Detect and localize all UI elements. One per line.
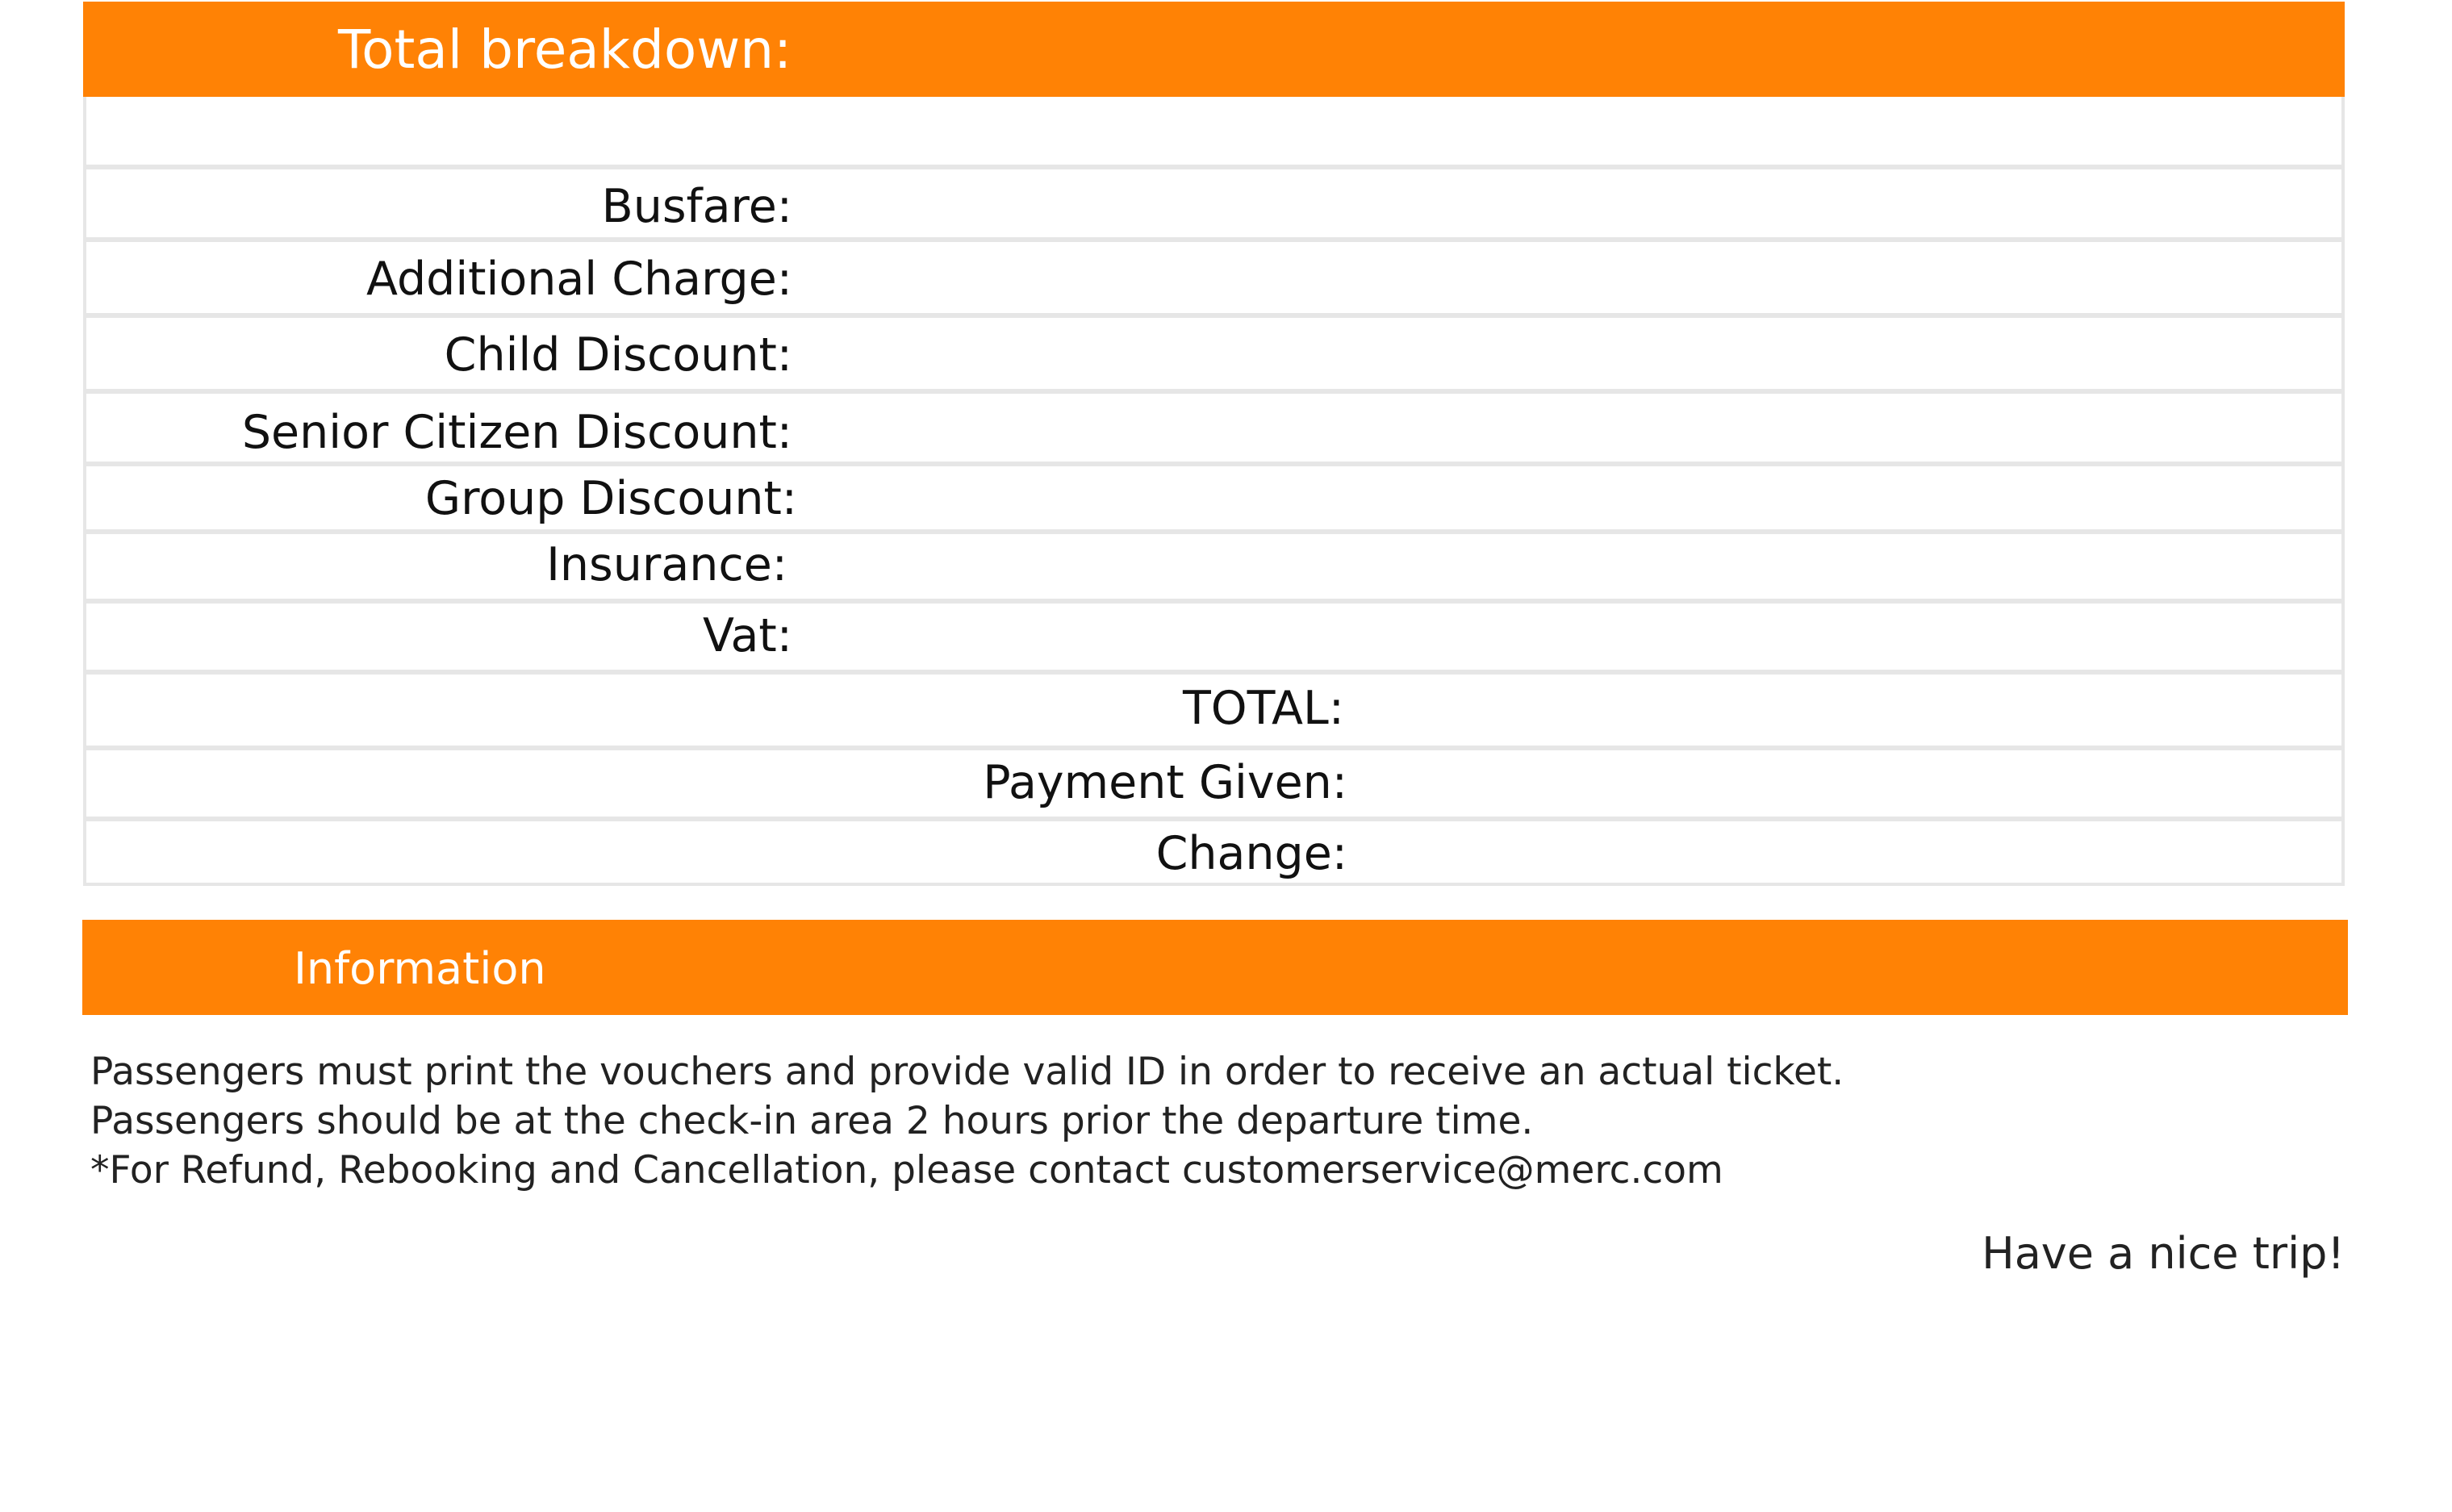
information-body: Passengers must print the vouchers and p… bbox=[90, 1047, 2269, 1195]
info-line-checkin: Passengers should be at the check-in are… bbox=[90, 1099, 1534, 1143]
info-line-voucher: Passengers must print the vouchers and p… bbox=[90, 1050, 1844, 1094]
breakdown-row-change: Change: bbox=[86, 817, 2341, 886]
farewell-text: Have a nice trip! bbox=[1982, 1228, 2345, 1279]
senior-citizen-discount-label: Senior Citizen Discount: bbox=[241, 406, 792, 459]
breakdown-row-total: TOTAL: bbox=[86, 670, 2341, 746]
breakdown-table: Busfare: Additional Charge: Child Discou… bbox=[83, 97, 2345, 886]
group-discount-label: Group Discount: bbox=[424, 472, 797, 525]
breakdown-row-payment-given: Payment Given: bbox=[86, 746, 2341, 817]
busfare-label: Busfare: bbox=[601, 180, 792, 233]
payment-given-label: Payment Given: bbox=[983, 756, 1347, 809]
breakdown-row-vat: Vat: bbox=[86, 599, 2341, 670]
breakdown-row-insurance: Insurance: bbox=[86, 529, 2341, 599]
child-discount-label: Child Discount: bbox=[444, 328, 792, 382]
information-title: Information bbox=[294, 943, 546, 994]
breakdown-row-additional-charge: Additional Charge: bbox=[86, 237, 2341, 313]
breakdown-row-busfare: Busfare: bbox=[86, 165, 2341, 237]
vat-label: Vat: bbox=[702, 609, 792, 662]
info-line-refund: *For Refund, Rebooking and Cancellation,… bbox=[90, 1148, 1723, 1192]
breakdown-row-blank bbox=[86, 97, 2341, 165]
information-header: Information bbox=[82, 920, 2348, 1015]
insurance-label: Insurance: bbox=[546, 538, 787, 591]
additional-charge-label: Additional Charge: bbox=[366, 253, 792, 306]
breakdown-title: Total breakdown: bbox=[338, 19, 792, 81]
breakdown-header: Total breakdown: bbox=[83, 2, 2345, 97]
breakdown-row-group-discount: Group Discount: bbox=[86, 462, 2341, 529]
total-label: TOTAL: bbox=[1182, 682, 1344, 735]
breakdown-row-child-discount: Child Discount: bbox=[86, 313, 2341, 389]
breakdown-row-senior-discount: Senior Citizen Discount: bbox=[86, 389, 2341, 462]
change-label: Change: bbox=[1155, 827, 1347, 880]
